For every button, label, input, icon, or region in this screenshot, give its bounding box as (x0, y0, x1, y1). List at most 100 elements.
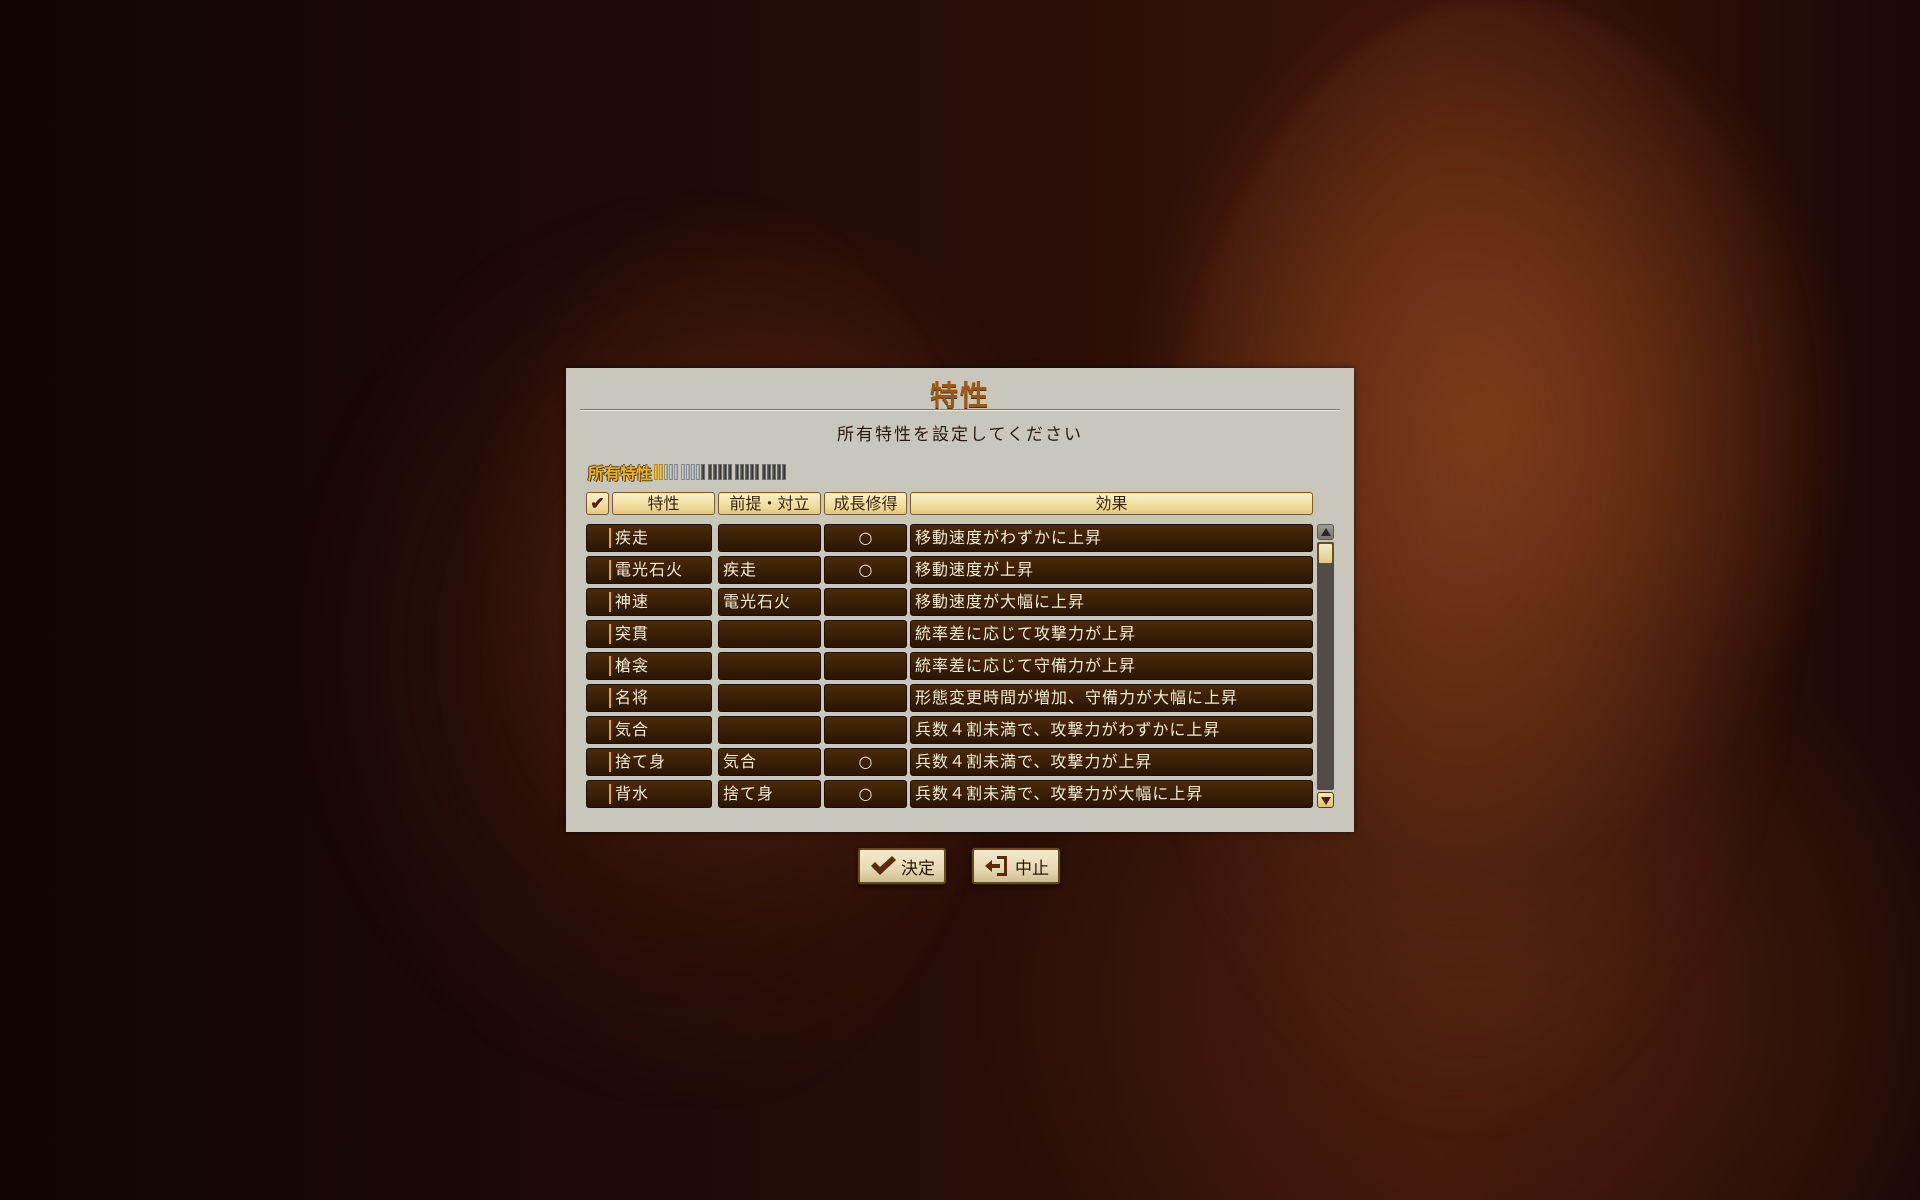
trait-cell[interactable]: 突貫 (586, 620, 712, 648)
trait-name: 背水 (615, 784, 650, 803)
slot-segment-locked (750, 464, 755, 480)
slot-segment-locked (762, 464, 767, 480)
effect-cell: 移動速度がわずかに上昇 (910, 524, 1313, 552)
slot-segment-available (696, 464, 701, 480)
slot-segment-locked (735, 464, 740, 480)
trait-cell[interactable]: 神速 (586, 588, 712, 616)
effect-cell: 統率差に応じて攻撃力が上昇 (910, 620, 1313, 648)
exit-door-icon (985, 856, 1007, 876)
trait-name: 名将 (615, 688, 650, 707)
selection-marker (609, 592, 611, 612)
effect-cell: 統率差に応じて守備力が上昇 (910, 652, 1313, 680)
checkmark-icon (871, 856, 896, 875)
scroll-up-button[interactable] (1317, 524, 1334, 540)
cancel-button[interactable]: 中止 (972, 848, 1060, 884)
trait-cell[interactable]: 気合 (586, 716, 712, 744)
table-row[interactable]: 神速 電光石火 移動速度が大幅に上昇 (586, 588, 1313, 616)
traits-table: 疾走 ○ 移動速度がわずかに上昇 電光石火 疾走 ○ 移動速度が上昇 神速 電光石火 移動速度が大… (586, 524, 1313, 812)
scroll-thumb[interactable] (1318, 543, 1333, 564)
trait-cell[interactable]: 捨て身 (586, 748, 712, 776)
growth-cell (824, 588, 907, 616)
table-row[interactable]: 捨て身 気合 ○ 兵数４割未満で、攻撃力が上昇 (586, 748, 1313, 776)
scroll-down-button[interactable] (1317, 792, 1334, 808)
trait-name: 神速 (615, 592, 650, 611)
slot-segment-available (669, 464, 674, 480)
title-divider (580, 409, 1340, 411)
header-select-all-checkbox[interactable]: ✔ (586, 492, 609, 515)
slot-segment-locked (723, 464, 728, 480)
selection-marker (609, 784, 611, 804)
slot-segment-locked (745, 464, 750, 480)
trait-cell[interactable]: 疾走 (586, 524, 712, 552)
slot-segment-filled (654, 464, 659, 480)
table-row[interactable]: 電光石火 疾走 ○ 移動速度が上昇 (586, 556, 1313, 584)
effect-cell: 形態変更時間が増加、守備力が大幅に上昇 (910, 684, 1313, 712)
cancel-label: 中止 (1015, 858, 1049, 879)
selection-marker (609, 656, 611, 676)
prereq-cell (718, 524, 821, 552)
owned-traits-slot-bar (654, 464, 789, 480)
table-row[interactable]: 突貫 統率差に応じて攻撃力が上昇 (586, 620, 1313, 648)
slot-segment-filled (659, 464, 664, 480)
triangle-up-icon (1321, 528, 1331, 536)
prereq-cell: 捨て身 (718, 780, 821, 808)
owned-traits-indicator: 所有特性 (588, 462, 789, 483)
table-row[interactable]: 背水 捨て身 ○ 兵数４割未満で、攻撃力が大幅に上昇 (586, 780, 1313, 808)
slot-segment-available (674, 464, 679, 480)
selection-marker (609, 624, 611, 644)
growth-cell (824, 684, 907, 712)
selection-marker (609, 720, 611, 740)
header-trait[interactable]: 特性 (612, 492, 715, 515)
growth-cell (824, 620, 907, 648)
prereq-cell: 電光石火 (718, 588, 821, 616)
slot-segment-locked (772, 464, 777, 480)
slot-segment-locked (782, 464, 787, 480)
slot-segment-available (686, 464, 691, 480)
owned-traits-label: 所有特性 (588, 464, 653, 483)
dialog-title: 特性 (929, 379, 990, 412)
slot-segment-locked (777, 464, 782, 480)
table-row[interactable]: 疾走 ○ 移動速度がわずかに上昇 (586, 524, 1313, 552)
trait-name: 槍衾 (615, 656, 650, 675)
table-row[interactable]: 槍衾 統率差に応じて守備力が上昇 (586, 652, 1313, 680)
traits-dialog: 特性 所有特性を設定してください 所有特性 ✔ 特性 前提・対立 成長修得 効果… (566, 368, 1354, 832)
header-effect[interactable]: 効果 (910, 492, 1313, 515)
confirm-button[interactable]: 決定 (858, 848, 946, 884)
header-growth[interactable]: 成長修得 (824, 492, 907, 515)
effect-cell: 移動速度が上昇 (910, 556, 1313, 584)
growth-cell: ○ (824, 556, 907, 584)
effect-cell: 兵数４割未満で、攻撃力がわずかに上昇 (910, 716, 1313, 744)
trait-cell[interactable]: 槍衾 (586, 652, 712, 680)
trait-name: 気合 (615, 720, 650, 739)
trait-name: 突貫 (615, 624, 650, 643)
dialog-instruction: 所有特性を設定してください (837, 425, 1083, 445)
table-row[interactable]: 気合 兵数４割未満で、攻撃力がわずかに上昇 (586, 716, 1313, 744)
table-scrollbar[interactable] (1317, 524, 1334, 808)
slot-segment-available (691, 464, 696, 480)
trait-name: 捨て身 (615, 752, 667, 771)
header-prereq[interactable]: 前提・対立 (718, 492, 821, 515)
trait-cell[interactable]: 電光石火 (586, 556, 712, 584)
trait-cell[interactable]: 背水 (586, 780, 712, 808)
trait-cell[interactable]: 名将 (586, 684, 712, 712)
effect-cell: 兵数４割未満で、攻撃力が大幅に上昇 (910, 780, 1313, 808)
growth-cell: ○ (824, 748, 907, 776)
slot-segment-locked (728, 464, 733, 480)
triangle-down-icon (1321, 797, 1331, 805)
selection-marker (609, 688, 611, 708)
selection-marker (609, 752, 611, 772)
effect-cell: 移動速度が大幅に上昇 (910, 588, 1313, 616)
prereq-cell (718, 716, 821, 744)
trait-name: 電光石火 (615, 560, 684, 579)
table-row[interactable]: 名将 形態変更時間が増加、守備力が大幅に上昇 (586, 684, 1313, 712)
slot-segment-available (681, 464, 686, 480)
growth-cell: ○ (824, 780, 907, 808)
slot-segment-available (664, 464, 669, 480)
prereq-cell (718, 684, 821, 712)
effect-cell: 兵数４割未満で、攻撃力が上昇 (910, 748, 1313, 776)
slot-segment-locked (740, 464, 745, 480)
scroll-track[interactable] (1317, 542, 1334, 790)
slot-segment-locked (755, 464, 760, 480)
confirm-label: 決定 (901, 858, 935, 879)
selection-marker (609, 528, 611, 548)
